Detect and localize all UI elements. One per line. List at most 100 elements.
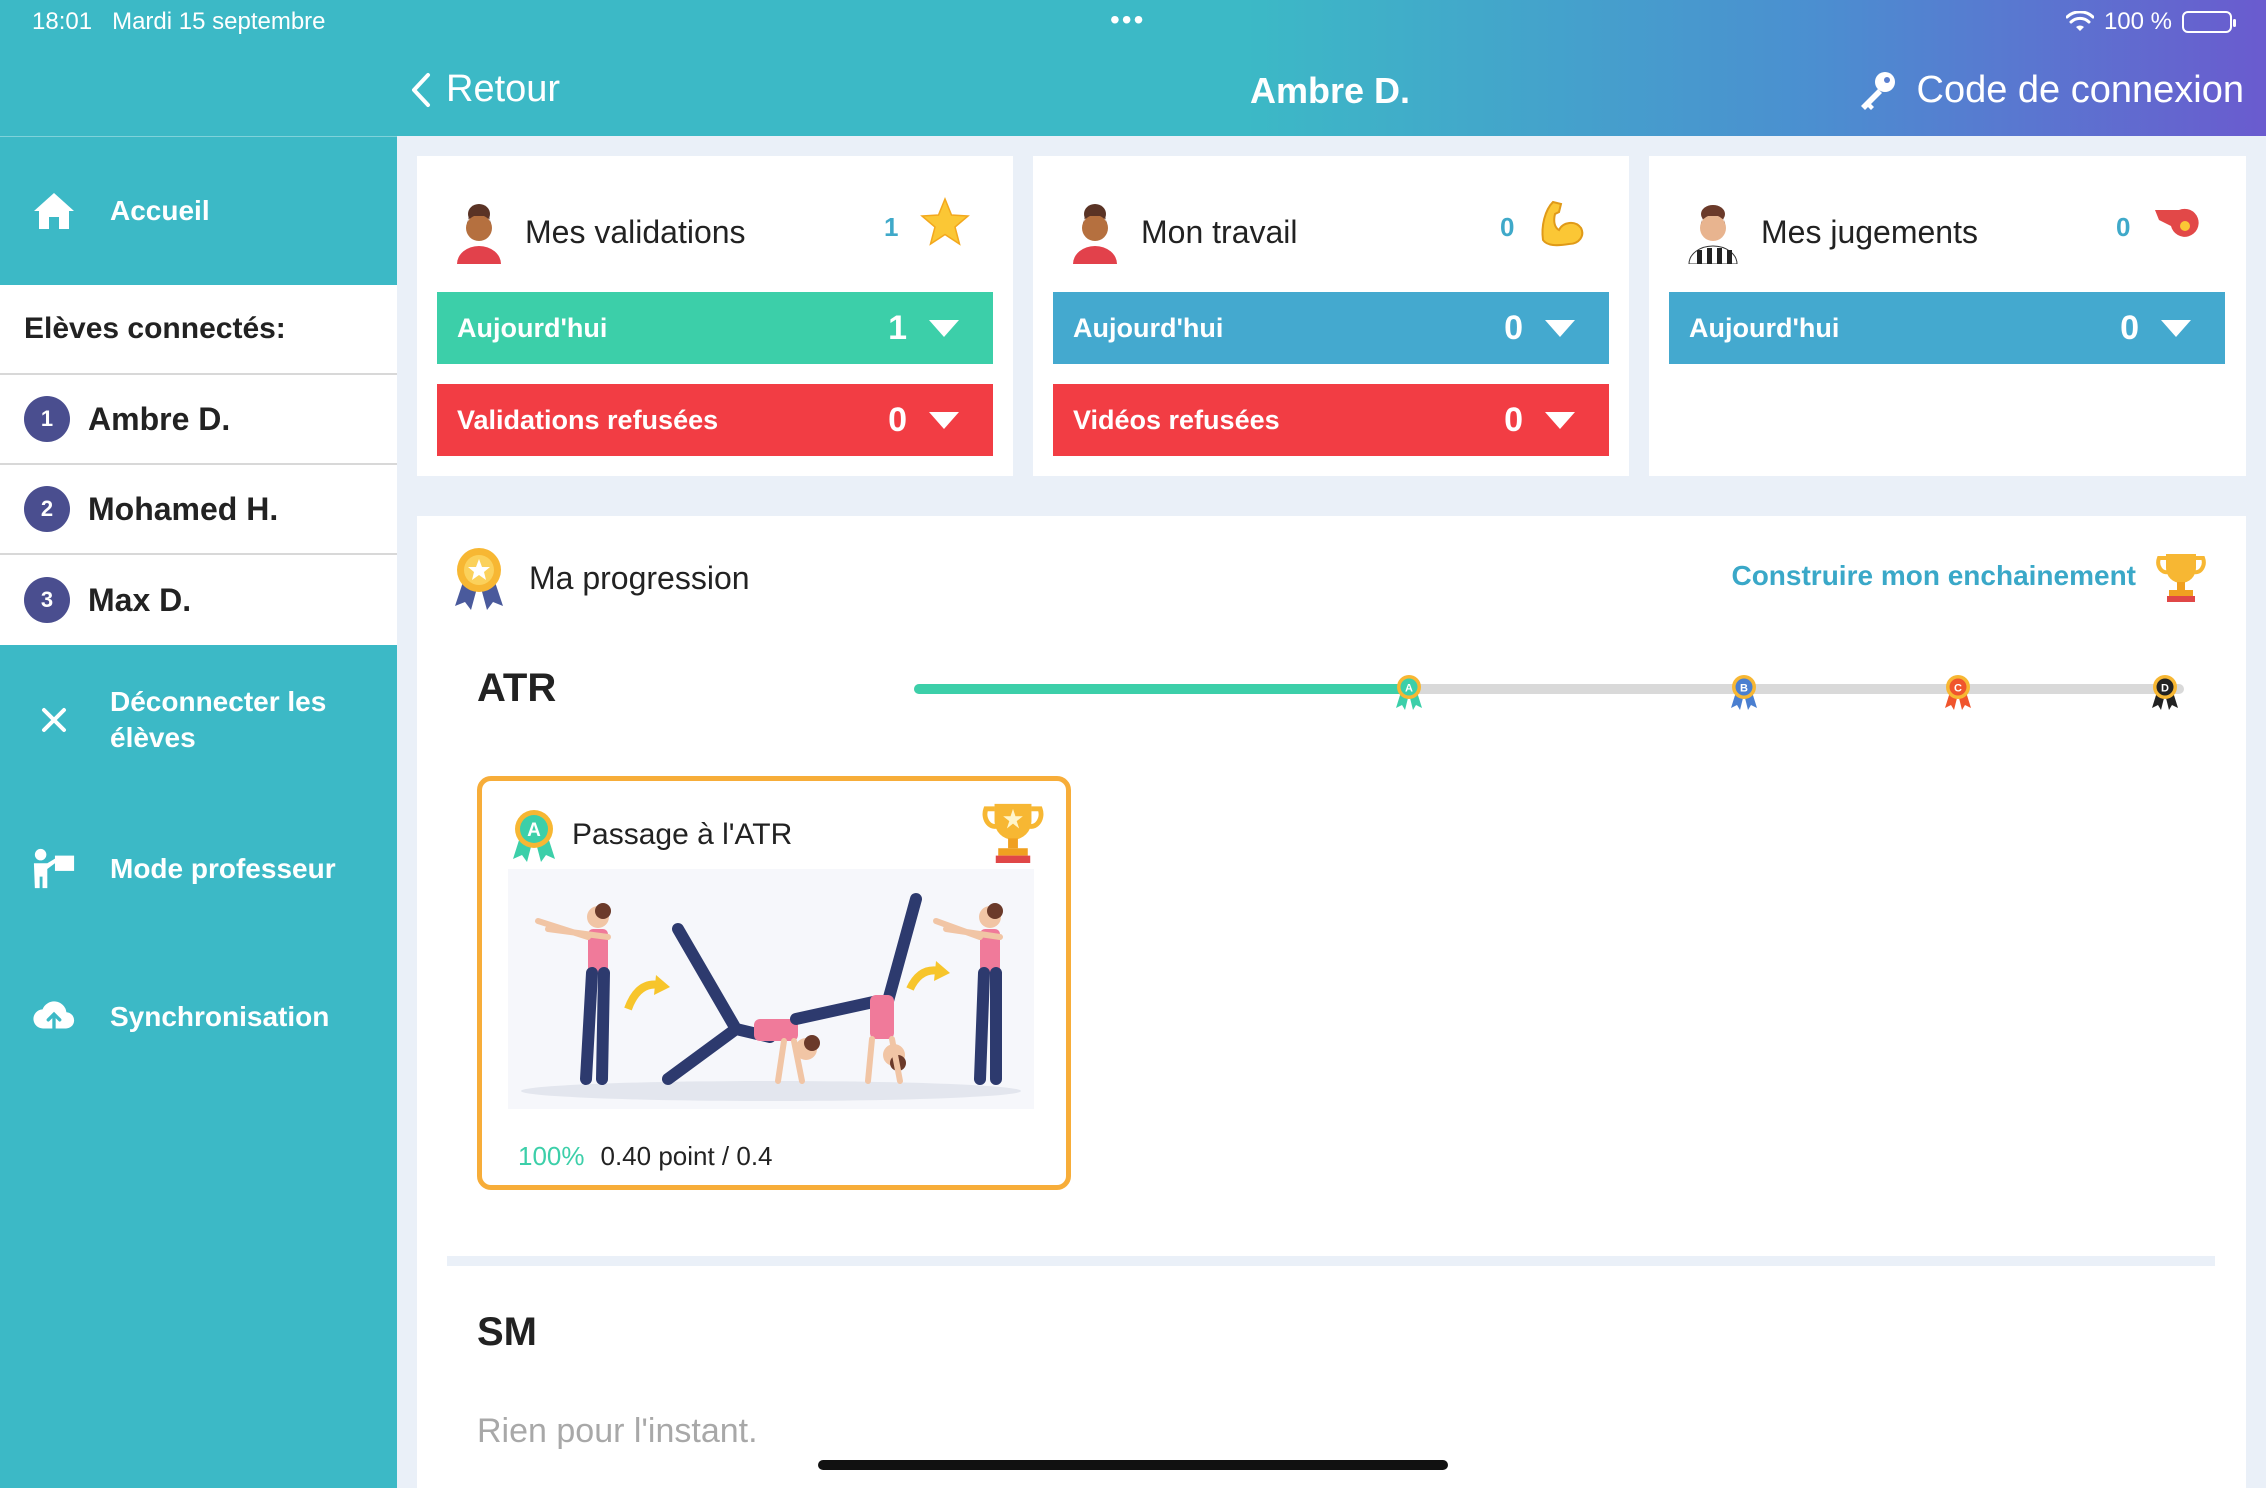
svg-text:A: A [527,820,541,841]
milestone-d-icon: D [2151,675,2178,710]
home-indicator[interactable] [818,1460,1448,1470]
sidebar-item-label: Accueil [110,195,210,226]
disconnect-students-button[interactable]: Déconnecter les élèves [0,645,397,795]
teacher-icon [33,848,75,889]
milestone-b-icon: B [1730,675,1757,710]
back-button[interactable]: Retour [410,68,560,111]
disconnect-label: Déconnecter les élèves [110,686,327,753]
star-icon [920,197,970,246]
student-item[interactable]: 3 Max D. [0,555,397,645]
work-header: Mon travail [1069,200,1298,264]
status-right: 100 % [2065,8,2236,36]
skill-points: 0.40 point / 0.4 [600,1141,773,1171]
validations-title: Mes validations [525,213,746,250]
progress-header: Ma progression [449,544,750,612]
student-name: Max D. [88,581,192,618]
dropdown-value: 0 [1504,308,1523,347]
milestone-letter: A [1405,683,1413,695]
student-number: 2 [24,486,70,532]
trophy-icon [2156,554,2206,602]
sidebar-item-home[interactable]: Accueil [0,137,397,285]
page-title: Ambre D. [1249,70,1411,111]
sync-label: Synchronisation [110,1001,330,1032]
dropdown-value: 0 [2120,308,2139,347]
judgements-today-dropdown[interactable]: Aujourd'hui 0 [1669,292,2225,364]
dropdown-value: 1 [888,308,907,347]
work-card: Mon travail 0 Aujourd'hui 0 Vidéos refus… [1033,156,1629,476]
teacher-mode-label: Mode professeur [110,853,336,884]
sync-button[interactable]: Synchronisation [0,943,397,1091]
key-icon [1860,72,1895,110]
connection-code-label: Code de connexion [1916,68,2244,111]
student-item[interactable]: 2 Mohamed H. [0,465,397,555]
dropdown-value: 0 [888,400,907,439]
milestone-letter: C [1954,683,1962,695]
atr-progress-fill [914,684,1410,694]
wifi-icon [2065,11,2094,31]
work-today-dropdown[interactable]: Aujourd'hui 0 [1053,292,1609,364]
cloud-upload-icon [33,1001,75,1033]
chevron-down-icon [2161,319,2191,337]
build-routine-link[interactable]: Construire mon enchainement [1731,550,2206,602]
connection-code-button[interactable]: Code de connexion [1855,68,2244,112]
validations-today-dropdown[interactable]: Aujourd'hui 1 [437,292,993,364]
status-time: 18:01 Mardi 15 septembre [32,8,326,35]
sidebar: Accueil Elèves connectés: 1 Ambre D. 2 Moh… [0,136,397,1488]
judgements-header: Mes jugements [1685,200,1978,264]
connected-students: Elèves connectés: 1 Ambre D. 2 Mohamed H. … [0,285,397,645]
progress-panel: Ma progression Construire mon enchaineme… [417,516,2246,1488]
student-item[interactable]: 1 Ambre D. [0,375,397,465]
skill-card-header: A Passage à l'ATR [508,807,792,863]
trophy-icon [982,803,1044,863]
dropdown-label: Aujourd'hui [1073,312,1224,343]
multitask-dots[interactable]: ••• [1110,4,1145,36]
section-title-sm: SM [477,1310,537,1354]
referee-avatar-icon [1688,205,1738,264]
student-name: Mohamed H. [88,490,279,527]
top-bar: 18:01 Mardi 15 septembre ••• 100 % Retou… [0,0,2266,136]
whistle-icon [2155,208,2199,237]
dropdown-value: 0 [1504,400,1523,439]
student-number: 1 [24,396,70,442]
section-title-atr: ATR [477,666,557,710]
empty-state-text: Rien pour l'instant. [477,1412,758,1450]
home-icon [34,193,74,229]
chevron-down-icon [1545,411,1575,429]
student-avatar-icon [1073,204,1117,264]
flexed-biceps-icon [1541,200,1584,247]
handstand-illustration [508,869,1034,1109]
medal-a-icon: A [513,810,555,862]
skill-title: Passage à l'ATR [572,818,793,851]
validations-card: Mes validations 1 Aujourd'hui 1 Validati… [417,156,1013,476]
skill-score: 100% 0.40 point / 0.4 [518,1141,773,1172]
skill-card[interactable]: A Passage à l'ATR 100% 0.40 point / 0.4 [477,776,1071,1190]
student-name: Ambre D. [88,400,231,437]
chevron-down-icon [1545,319,1575,337]
milestone-c-icon: C [1945,675,1972,710]
dropdown-label: Aujourd'hui [457,312,608,343]
students-header: Elèves connectés: [0,285,397,375]
section-divider [447,1256,2215,1266]
work-count: 0 [1500,212,1515,242]
chevron-left-icon [412,72,430,107]
milestone-a-icon: A [1396,675,1423,710]
battery-icon [2182,11,2236,33]
milestone-letter: B [1740,683,1748,695]
battery-percent: 100 % [2103,8,2172,35]
validations-count: 1 [884,212,899,242]
judgements-card: Mes jugements 0 Aujourd'hui 0 [1649,156,2246,476]
dropdown-label: Aujourd'hui [1689,312,1840,343]
dropdown-label: Validations refusées [457,404,719,435]
skill-percent: 100% [518,1141,585,1171]
validations-header: Mes validations [453,200,746,264]
chevron-down-icon [929,319,959,337]
teacher-mode-button[interactable]: Mode professeur [0,795,397,943]
back-label: Retour [446,68,561,110]
medal-star-icon [455,548,503,610]
chevron-down-icon [929,411,959,429]
student-number: 3 [24,577,70,623]
dropdown-label: Vidéos refusées [1073,404,1280,435]
validations-refused-dropdown[interactable]: Validations refusées 0 [437,384,993,456]
work-refused-videos-dropdown[interactable]: Vidéos refusées 0 [1053,384,1609,456]
work-title: Mon travail [1141,213,1298,250]
